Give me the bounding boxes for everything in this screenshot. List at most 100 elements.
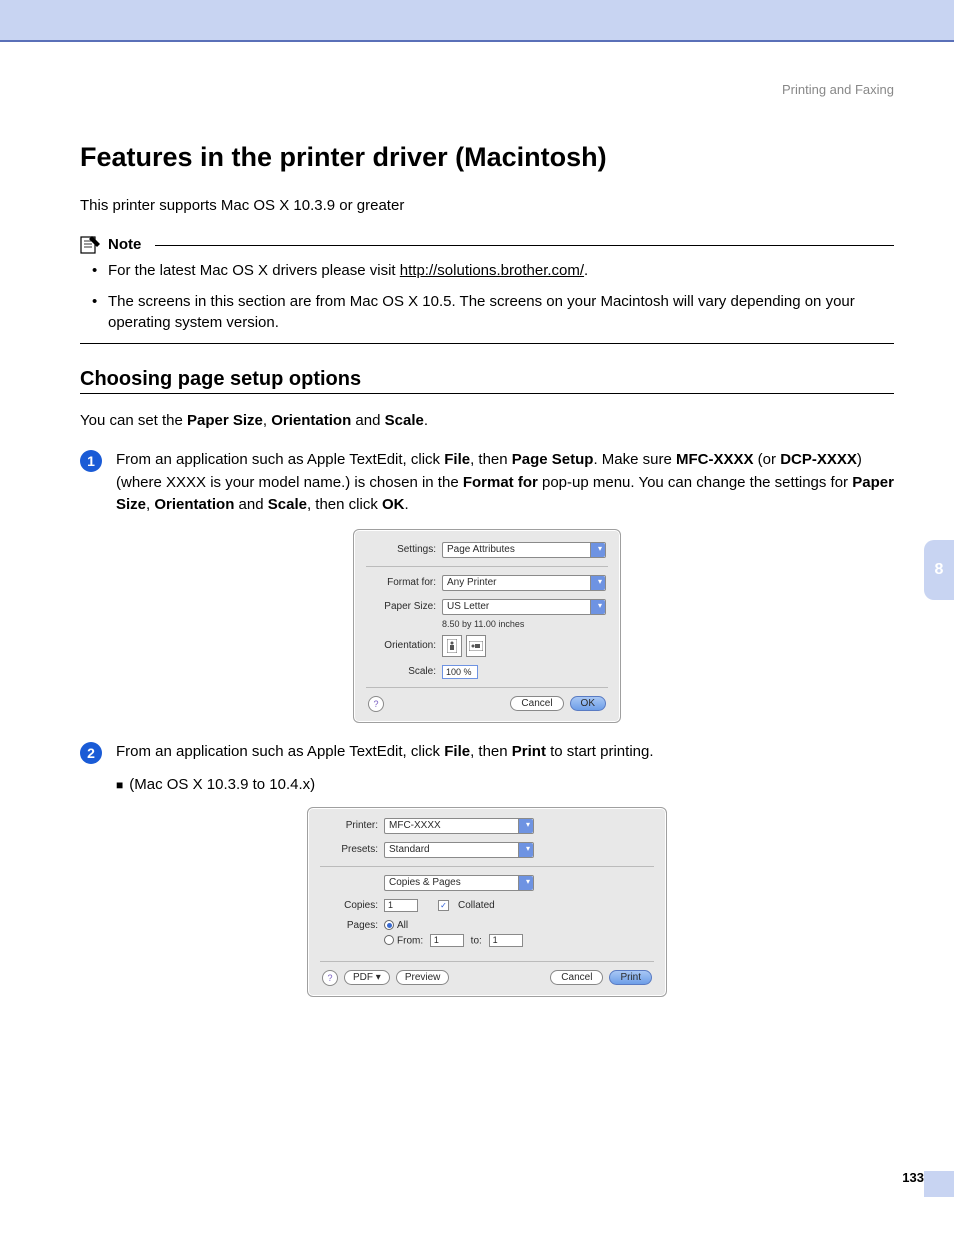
select-value: MFC-XXXX bbox=[389, 820, 441, 831]
t: . bbox=[404, 496, 408, 513]
t: From an application such as Apple TextEd… bbox=[116, 743, 444, 760]
to-label: to: bbox=[471, 935, 482, 946]
settings-select[interactable]: Page Attributes bbox=[442, 542, 606, 558]
top-header-band bbox=[0, 0, 954, 42]
pages-all-label: All bbox=[397, 920, 408, 931]
step-number-1: 1 bbox=[80, 450, 102, 472]
intro-text: This printer supports Mac OS X 10.3.9 or… bbox=[80, 195, 894, 216]
step-1: 1 From an application such as Apple Text… bbox=[80, 449, 894, 517]
t: Scale bbox=[268, 496, 307, 513]
from-input[interactable]: 1 bbox=[430, 934, 464, 947]
select-value: Any Printer bbox=[447, 577, 496, 588]
select-value: US Letter bbox=[447, 601, 489, 612]
select-value: Standard bbox=[389, 844, 430, 855]
help-icon[interactable]: ? bbox=[368, 696, 384, 712]
pages-from-radio[interactable] bbox=[384, 935, 394, 945]
page-content: Printing and Faxing Features in the prin… bbox=[0, 42, 954, 997]
t: From an application such as Apple TextEd… bbox=[116, 451, 444, 468]
orientation-landscape-icon[interactable] bbox=[466, 635, 486, 657]
note-icon bbox=[80, 234, 102, 254]
t: (or bbox=[754, 451, 781, 468]
t: , bbox=[263, 412, 271, 429]
t: Orientation bbox=[271, 412, 351, 429]
t: , then click bbox=[307, 496, 382, 513]
step-2-text: From an application such as Apple TextEd… bbox=[116, 741, 894, 764]
settings-label: Settings: bbox=[368, 544, 436, 555]
note-item-2: The screens in this section are from Mac… bbox=[98, 291, 894, 333]
to-input[interactable]: 1 bbox=[489, 934, 523, 947]
pdf-button[interactable]: PDF ▾ bbox=[344, 970, 390, 985]
collated-label: Collated bbox=[458, 900, 495, 911]
t: Page Setup bbox=[512, 451, 594, 468]
cancel-button[interactable]: Cancel bbox=[550, 970, 603, 985]
printer-select[interactable]: MFC-XXXX bbox=[384, 818, 534, 834]
scale-input[interactable]: 100 % bbox=[442, 665, 478, 679]
square-bullet-icon: ■ bbox=[116, 778, 123, 792]
setup-text: You can set the Paper Size, Orientation … bbox=[80, 410, 894, 431]
print-dialog: Printer: MFC-XXXX Presets: Standard Copi… bbox=[307, 807, 667, 997]
t: File bbox=[444, 743, 470, 760]
page-title: Features in the printer driver (Macintos… bbox=[80, 142, 894, 173]
select-value: Page Attributes bbox=[447, 544, 515, 555]
printer-label: Printer: bbox=[322, 820, 378, 831]
note-list: For the latest Mac OS X drivers please v… bbox=[80, 260, 894, 333]
t: DCP-XXXX bbox=[780, 451, 857, 468]
t: OK bbox=[382, 496, 405, 513]
t: , then bbox=[470, 451, 512, 468]
paper-dimensions: 8.50 by 11.00 inches bbox=[442, 619, 606, 629]
step-1-text: From an application such as Apple TextEd… bbox=[116, 449, 894, 517]
presets-select[interactable]: Standard bbox=[384, 842, 534, 858]
note-label: Note bbox=[108, 236, 141, 253]
chapter-tab: 8 bbox=[924, 540, 954, 600]
cancel-button[interactable]: Cancel bbox=[510, 696, 563, 711]
format-for-select[interactable]: Any Printer bbox=[442, 575, 606, 591]
t: , then bbox=[470, 743, 512, 760]
paper-size-select[interactable]: US Letter bbox=[442, 599, 606, 615]
presets-label: Presets: bbox=[322, 844, 378, 855]
t: pop-up menu. You can change the settings… bbox=[538, 474, 852, 491]
t: Format for bbox=[463, 474, 538, 491]
note-item-1-prefix: For the latest Mac OS X drivers please v… bbox=[108, 262, 400, 279]
note-divider bbox=[155, 245, 894, 246]
note-item-1: For the latest Mac OS X drivers please v… bbox=[98, 260, 894, 281]
t: and bbox=[351, 412, 384, 429]
t: . Make sure bbox=[593, 451, 676, 468]
page-number: 133 bbox=[902, 1170, 924, 1185]
select-value: Copies & Pages bbox=[389, 877, 461, 888]
paper-size-label: Paper Size: bbox=[368, 601, 436, 612]
t: . bbox=[424, 412, 428, 429]
t: to start printing. bbox=[546, 743, 654, 760]
from-label: From: bbox=[397, 935, 423, 946]
section-select[interactable]: Copies & Pages bbox=[384, 875, 534, 891]
pages-label: Pages: bbox=[322, 920, 378, 931]
page-setup-dialog: Settings: Page Attributes Format for: An… bbox=[353, 529, 621, 723]
t: File bbox=[444, 451, 470, 468]
section-header: Printing and Faxing bbox=[80, 82, 894, 97]
copies-input[interactable]: 1 bbox=[384, 899, 418, 912]
step-2: 2 From an application such as Apple Text… bbox=[80, 741, 894, 764]
help-icon[interactable]: ? bbox=[322, 970, 338, 986]
format-for-label: Format for: bbox=[368, 577, 436, 588]
t: Paper Size bbox=[187, 412, 263, 429]
pages-all-radio[interactable] bbox=[384, 920, 394, 930]
copies-label: Copies: bbox=[322, 900, 378, 911]
sub-bullet-text: (Mac OS X 10.3.9 to 10.4.x) bbox=[129, 776, 315, 793]
step-number-2: 2 bbox=[80, 742, 102, 764]
collated-checkbox[interactable]: ✓ bbox=[438, 900, 449, 911]
t: and bbox=[234, 496, 267, 513]
print-button[interactable]: Print bbox=[609, 970, 652, 985]
t: Orientation bbox=[154, 496, 234, 513]
t: Scale bbox=[385, 412, 424, 429]
orientation-portrait-icon[interactable] bbox=[442, 635, 462, 657]
orientation-label: Orientation: bbox=[368, 640, 436, 651]
sub-bullet: ■ (Mac OS X 10.3.9 to 10.4.x) bbox=[116, 776, 894, 793]
note-bottom-divider bbox=[80, 343, 894, 344]
ok-button[interactable]: OK bbox=[570, 696, 606, 711]
note-header: Note bbox=[80, 234, 894, 254]
bottom-band bbox=[924, 1171, 954, 1197]
t: You can set the bbox=[80, 412, 187, 429]
note-link[interactable]: http://solutions.brother.com/ bbox=[400, 262, 584, 279]
subheading: Choosing page setup options bbox=[80, 368, 894, 394]
preview-button[interactable]: Preview bbox=[396, 970, 450, 985]
t: Print bbox=[512, 743, 546, 760]
